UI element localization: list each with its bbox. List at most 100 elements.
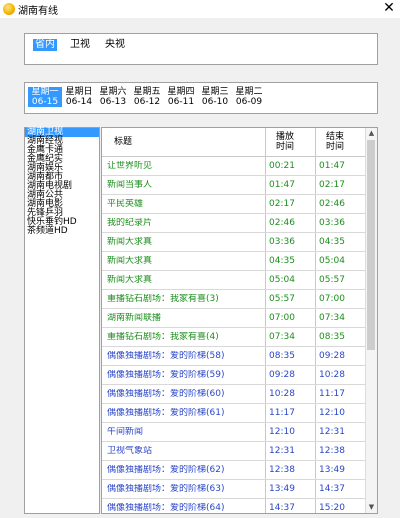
day-date: 06-10 xyxy=(201,97,229,107)
end-time: 12:38 xyxy=(319,446,345,456)
day-name: 星期日 xyxy=(65,87,93,97)
start-time: 11:17 xyxy=(269,408,295,418)
day-tab[interactable]: 星期一 06-15 xyxy=(28,87,62,107)
program-title: 新闻当事人 xyxy=(107,180,153,190)
day-name: 星期五 xyxy=(133,87,161,97)
table-row[interactable]: 让世界听见 00:21 01:47 xyxy=(102,157,365,176)
start-time: 05:04 xyxy=(269,275,295,285)
program-title: 偶像独播剧场：爱的阶梯(60) xyxy=(107,389,225,399)
end-time: 08:35 xyxy=(319,332,345,342)
table-row[interactable]: 平民英雄 02:17 02:46 xyxy=(102,195,365,214)
day-name: 星期四 xyxy=(167,87,195,97)
table-row[interactable]: 偶像独播剧场：爱的阶梯(63) 13:49 14:37 xyxy=(102,480,365,499)
start-time: 02:17 xyxy=(269,199,295,209)
day-tab[interactable]: 星期四 06-11 xyxy=(164,87,198,107)
start-time: 07:00 xyxy=(269,313,295,323)
close-button[interactable]: ✕ xyxy=(382,0,396,16)
category-tab[interactable]: 央视 xyxy=(103,39,127,51)
end-time: 14:37 xyxy=(319,484,345,494)
program-title: 重播钻石剧场：我家有喜(3) xyxy=(107,294,219,304)
program-title: 偶像独播剧场：爱的阶梯(59) xyxy=(107,370,225,380)
program-title: 我的纪录片 xyxy=(107,218,153,228)
scroll-down-icon[interactable]: ▼ xyxy=(366,502,377,513)
end-time: 15:20 xyxy=(319,503,345,513)
table-row[interactable]: 偶像独播剧场：爱的阶梯(62) 12:38 13:49 xyxy=(102,461,365,480)
day-tab[interactable]: 星期三 06-10 xyxy=(198,87,232,107)
end-time: 07:00 xyxy=(319,294,345,304)
start-time: 07:34 xyxy=(269,332,295,342)
scroll-up-icon[interactable]: ▲ xyxy=(366,128,377,139)
start-time: 01:47 xyxy=(269,180,295,190)
category-tab[interactable]: 省内 xyxy=(33,39,57,51)
table-row[interactable]: 我的纪录片 02:46 03:36 xyxy=(102,214,365,233)
program-title: 偶像独播剧场：爱的阶梯(61) xyxy=(107,408,225,418)
table-row[interactable]: 新闻当事人 01:47 02:17 xyxy=(102,176,365,195)
table-row[interactable]: 偶像独播剧场：爱的阶梯(61) 11:17 12:10 xyxy=(102,404,365,423)
start-time: 12:31 xyxy=(269,446,295,456)
start-time: 03:36 xyxy=(269,237,295,247)
end-time: 02:17 xyxy=(319,180,345,190)
start-time: 08:35 xyxy=(269,351,295,361)
day-tab[interactable]: 星期二 06-09 xyxy=(232,87,266,107)
table-row[interactable]: 新闻大求真 03:36 04:35 xyxy=(102,233,365,252)
program-title: 偶像独播剧场：爱的阶梯(62) xyxy=(107,465,225,475)
header-end-time[interactable]: 结束 时间 xyxy=(315,132,355,152)
scroll-thumb[interactable] xyxy=(367,140,375,350)
day-date: 06-14 xyxy=(65,97,93,107)
day-selector: 星期一 06-15 星期日 06-14 星期六 06-13 星期五 06-12 星期四 06-11… xyxy=(24,82,378,114)
program-title: 偶像独播剧场：爱的阶梯(63) xyxy=(107,484,225,494)
day-tab[interactable]: 星期五 06-12 xyxy=(130,87,164,107)
day-date: 06-11 xyxy=(167,97,195,107)
end-time: 09:28 xyxy=(319,351,345,361)
table-row[interactable]: 湖南新闻联播 07:00 07:34 xyxy=(102,309,365,328)
start-time: 09:28 xyxy=(269,370,295,380)
day-tab[interactable]: 星期六 06-13 xyxy=(96,87,130,107)
table-row[interactable]: 偶像独播剧场：爱的阶梯(58) 08:35 09:28 xyxy=(102,347,365,366)
table-row[interactable]: 午间新闻 12:10 12:31 xyxy=(102,423,365,442)
program-title: 重播钻石剧场：我家有喜(4) xyxy=(107,332,219,342)
start-time: 05:57 xyxy=(269,294,295,304)
table-header: 标题 播放 时间 结束 时间 xyxy=(102,128,365,157)
end-time: 11:17 xyxy=(319,389,345,399)
header-title[interactable]: 标题 xyxy=(114,137,132,147)
program-title: 新闻大求真 xyxy=(107,275,153,285)
header-start-time[interactable]: 播放 时间 xyxy=(265,132,305,152)
vertical-scrollbar[interactable]: ▲ ▼ xyxy=(365,128,377,513)
program-title: 新闻大求真 xyxy=(107,237,153,247)
table-row[interactable]: 重播钻石剧场：我家有喜(4) 07:34 08:35 xyxy=(102,328,365,347)
start-time: 10:28 xyxy=(269,389,295,399)
program-table: 标题 播放 时间 结束 时间 让世界听见 00:21 01:47 新闻当事人 01:47 02… xyxy=(101,127,378,514)
table-row[interactable]: 新闻大求真 05:04 05:57 xyxy=(102,271,365,290)
day-date: 06-15 xyxy=(31,97,59,107)
table-row[interactable]: 新闻大求真 04:35 05:04 xyxy=(102,252,365,271)
start-time: 02:46 xyxy=(269,218,295,228)
end-time: 01:47 xyxy=(319,161,345,171)
table-row[interactable]: 偶像独播剧场：爱的阶梯(64) 14:37 15:20 xyxy=(102,499,365,513)
end-time: 13:49 xyxy=(319,465,345,475)
table-row[interactable]: 卫视气象站 12:31 12:38 xyxy=(102,442,365,461)
end-time: 03:36 xyxy=(319,218,345,228)
day-tab[interactable]: 星期日 06-14 xyxy=(62,87,96,107)
table-row[interactable]: 偶像独播剧场：爱的阶梯(60) 10:28 11:17 xyxy=(102,385,365,404)
channel-item[interactable]: 茶频道HD xyxy=(25,227,99,236)
channel-list: 湖南卫视 湖南经视 金鹰卡通 金鹰纪实 湖南娱乐 湖南都市 湖南电视剧 湖南公共 湖南电影 先锋乒… xyxy=(24,127,100,514)
day-date: 06-13 xyxy=(99,97,127,107)
end-time: 07:34 xyxy=(319,313,345,323)
start-time: 04:35 xyxy=(269,256,295,266)
day-name: 星期六 xyxy=(99,87,127,97)
end-time: 12:31 xyxy=(319,427,345,437)
day-date: 06-12 xyxy=(133,97,161,107)
table-row[interactable]: 重播钻石剧场：我家有喜(3) 05:57 07:00 xyxy=(102,290,365,309)
program-title: 午间新闻 xyxy=(107,427,144,437)
end-time: 05:04 xyxy=(319,256,345,266)
program-title: 湖南新闻联播 xyxy=(107,313,162,323)
program-title: 平民英雄 xyxy=(107,199,144,209)
start-time: 13:49 xyxy=(269,484,295,494)
end-time: 02:46 xyxy=(319,199,345,209)
title-bar: 湖南有线 ✕ xyxy=(0,0,400,18)
end-time: 12:10 xyxy=(319,408,345,418)
table-row[interactable]: 偶像独播剧场：爱的阶梯(59) 09:28 10:28 xyxy=(102,366,365,385)
day-name: 星期一 xyxy=(31,87,59,97)
start-time: 00:21 xyxy=(269,161,295,171)
category-tab[interactable]: 卫视 xyxy=(68,39,92,51)
